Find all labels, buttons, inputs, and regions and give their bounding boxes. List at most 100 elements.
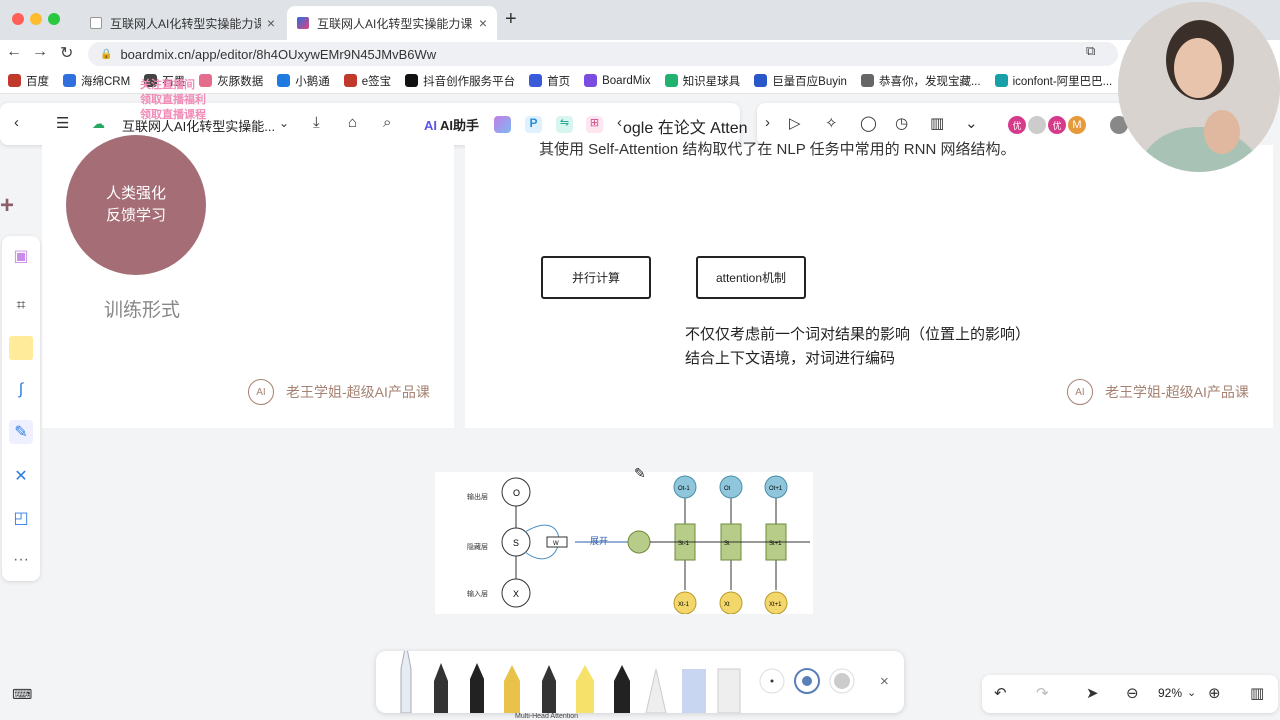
fountain-pen-tool[interactable]: [434, 663, 448, 713]
overlay-line: 领取直播课程: [140, 109, 206, 121]
search-icon[interactable]: ⌕: [383, 114, 391, 131]
address-bar-row: ← → ↻ 🔒 boardmix.cn/app/editor/8h4OUxywE…: [0, 40, 1280, 68]
o-node-label: Ot+1: [769, 486, 783, 492]
magic-icon[interactable]: ✧: [825, 114, 838, 132]
attention-box[interactable]: attention机制: [696, 256, 806, 299]
avatar[interactable]: [1027, 115, 1047, 135]
play-icon[interactable]: ▷: [789, 114, 801, 132]
shapes-icon[interactable]: ◰: [9, 506, 33, 530]
select-cursor-icon[interactable]: ➤: [1086, 684, 1099, 702]
minimize-window-icon[interactable]: [30, 13, 42, 25]
bookmark-icon: [405, 74, 419, 87]
template-icon[interactable]: ▣: [9, 244, 33, 268]
zoom-controls: ↶ ↷ ➤ ⊖ 92% ⌄ ⊕ ▥: [982, 675, 1278, 713]
timer-icon[interactable]: ◷: [895, 114, 908, 132]
keyboard-icon[interactable]: ⌨: [12, 686, 32, 703]
node-o-label: O: [513, 488, 520, 498]
url-input[interactable]: 🔒 boardmix.cn/app/editor/8h4OUxywEMr9N45…: [88, 42, 1118, 66]
more-down-icon[interactable]: ⌄: [965, 114, 978, 132]
bookmark-item[interactable]: 海绵CRM: [63, 73, 130, 89]
avatar[interactable]: M: [1067, 115, 1087, 135]
back-arrow-icon[interactable]: ←: [6, 43, 22, 61]
bookmark-item[interactable]: 灰豚数据: [199, 73, 263, 89]
bookmark-label: 百度: [26, 75, 49, 88]
bookmark-item[interactable]: 小鹅通: [277, 73, 330, 89]
bulb-ai-icon: AI: [248, 379, 274, 405]
add-icon[interactable]: +: [0, 192, 14, 220]
circle-text: 人类强化: [105, 185, 166, 202]
bookmark-item[interactable]: 巨量百应Buyin: [754, 73, 847, 89]
chevron-down-icon[interactable]: ⌄: [1187, 686, 1196, 699]
brush-tool[interactable]: [542, 665, 556, 713]
close-window-icon[interactable]: [12, 13, 24, 25]
bookmark-item[interactable]: 恭喜你，发现宝藏...: [860, 73, 981, 89]
map-book-icon[interactable]: ▥: [1250, 684, 1264, 702]
pen-tool-1[interactable]: [400, 642, 412, 714]
scroll-right-icon[interactable]: ›: [765, 114, 770, 131]
connector-icon[interactable]: ∫: [9, 378, 33, 402]
pencil-tools[interactable]: [400, 642, 741, 714]
chalk-tool[interactable]: [614, 665, 630, 713]
eraser-tool[interactable]: [717, 668, 741, 714]
new-tab-button[interactable]: +: [505, 8, 517, 31]
image-gen-icon[interactable]: [494, 116, 511, 133]
ai-assistant-button[interactable]: AI AI助手: [424, 115, 479, 134]
highlighter-tool[interactable]: [576, 665, 594, 713]
mindmap-icon[interactable]: ⇋: [556, 116, 573, 133]
browser-tab-bar: 互联网人AI化转型实操能力课-大 × 互联网人AI化转型实操能力课 - b × …: [0, 0, 1280, 40]
zoom-level[interactable]: 92%: [1158, 686, 1182, 700]
google-attention-text: ogle 在论文 Atten: [623, 120, 748, 137]
reload-icon[interactable]: ↻: [60, 43, 73, 63]
pen-dock: ×: [376, 642, 904, 714]
bookmark-label: 知识星球具: [682, 75, 741, 88]
maximize-window-icon[interactable]: [48, 13, 60, 25]
tag-icon[interactable]: ⌂: [348, 114, 357, 131]
rnn-diagram[interactable]: 输出层 隐藏层 输入层 O S X W 展开 Ot-1 St-1 Xt-1 Ot St X…: [435, 472, 813, 615]
bookmark-item[interactable]: iconfont-阿里巴巴...: [994, 73, 1112, 89]
back-icon[interactable]: ‹: [14, 114, 19, 131]
close-dock-icon[interactable]: ×: [880, 673, 889, 690]
grid-tool[interactable]: [682, 669, 706, 713]
rlhf-circle[interactable]: 人类强化 反馈学习: [66, 135, 206, 275]
browser-tab-1[interactable]: 互联网人AI化转型实操能力课-大 ×: [80, 6, 285, 40]
crayon-tool[interactable]: [645, 668, 667, 714]
marker-tool[interactable]: [504, 665, 520, 713]
bookmark-item[interactable]: e签宝: [343, 73, 391, 89]
sticky-note-icon[interactable]: [9, 336, 33, 360]
flowchart-icon[interactable]: ⊞: [586, 116, 603, 133]
bookmark-item[interactable]: 知识星球具: [664, 73, 741, 89]
close-tab-icon[interactable]: ×: [479, 15, 487, 31]
undo-icon[interactable]: ↶: [994, 684, 1007, 702]
chart-icon[interactable]: ▥: [930, 114, 944, 132]
open-external-icon[interactable]: ⧉: [1086, 43, 1095, 59]
size-large-dot: [834, 673, 850, 689]
pencil-tool[interactable]: [470, 663, 484, 713]
pen-tool-icon[interactable]: ✎: [9, 420, 33, 444]
mindmap-tool-icon[interactable]: ✕: [9, 464, 33, 488]
comment-icon[interactable]: ◯: [860, 114, 877, 132]
redo-icon[interactable]: ↷: [1036, 684, 1049, 702]
bookmark-item[interactable]: 首页: [529, 73, 570, 89]
pen-dock-svg: ×: [400, 642, 889, 714]
browser-tab-2[interactable]: 互联网人AI化转型实操能力课 - b ×: [287, 6, 497, 40]
close-tab-icon[interactable]: ×: [267, 15, 275, 31]
ai-label: AI助手: [440, 118, 480, 133]
tab-label: 互联网人AI化转型实操能力课-大: [110, 16, 261, 31]
zoom-out-icon[interactable]: ⊖: [1126, 684, 1139, 702]
forward-arrow-icon[interactable]: →: [32, 43, 48, 61]
bookmark-item[interactable]: BoardMix: [584, 74, 651, 87]
scroll-left-icon[interactable]: ‹: [617, 114, 622, 131]
chevron-down-icon[interactable]: ⌄: [279, 116, 289, 130]
x-node-label: Xt+1: [769, 602, 782, 608]
more-icon[interactable]: ···: [9, 548, 33, 572]
bookmark-item[interactable]: 百度: [8, 73, 49, 89]
download-icon[interactable]: ⤓: [313, 114, 320, 131]
frame-icon[interactable]: ⌗: [9, 294, 33, 318]
bookmark-item[interactable]: 抖音创作服务平台: [405, 73, 515, 89]
parallel-box[interactable]: 并行计算: [541, 256, 651, 299]
avatar[interactable]: 优: [1047, 115, 1067, 135]
menu-icon[interactable]: ☰: [56, 114, 69, 132]
avatar[interactable]: 优: [1007, 115, 1027, 135]
ppt-icon[interactable]: P: [525, 116, 542, 133]
zoom-in-icon[interactable]: ⊕: [1208, 684, 1221, 702]
